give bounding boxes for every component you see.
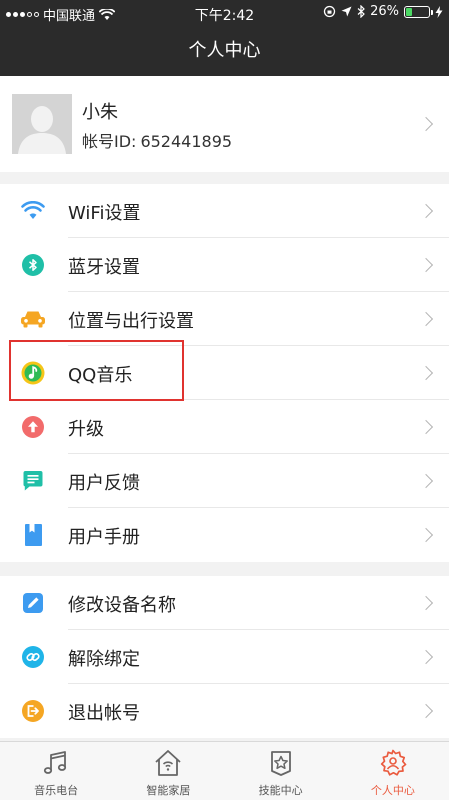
tab-label: 个人中心 [370, 784, 415, 797]
menu-item-logout[interactable]: 退出帐号 [0, 684, 449, 738]
nav-bar: 个人中心 [0, 26, 449, 76]
logout-icon [20, 698, 46, 724]
menu-item-feedback[interactable]: 用户反馈 [0, 454, 449, 508]
bluetooth-status-icon [357, 5, 365, 18]
chevron-right-icon [418, 473, 434, 489]
menu-item-upgrade[interactable]: 升级 [0, 400, 449, 454]
chevron-right-icon [418, 257, 434, 273]
account-id-value: 652441895 [140, 132, 233, 151]
chevron-right-icon [418, 203, 434, 219]
tab-music-radio[interactable]: 音乐电台 [0, 742, 112, 800]
menu-item-unbind[interactable]: 解除绑定 [0, 630, 449, 684]
smart-home-icon [155, 750, 181, 776]
tab-label: 技能中心 [258, 784, 303, 797]
tab-personal-center[interactable]: 个人中心 [337, 742, 449, 800]
wifi-icon [20, 198, 46, 224]
menu-item-bluetooth[interactable]: 蓝牙设置 [0, 238, 449, 292]
menu-item-wifi[interactable]: WiFi设置 [0, 184, 449, 238]
chevron-right-icon [418, 116, 434, 132]
battery-icon [404, 5, 433, 18]
chevron-right-icon [418, 419, 434, 435]
page-title: 个人中心 [188, 40, 261, 61]
menu-item-label: 位置与出行设置 [68, 311, 194, 332]
menu-item-label: 用户手册 [68, 527, 140, 548]
menu-item-label: 蓝牙设置 [68, 257, 140, 278]
car-icon [20, 306, 46, 332]
menu-item-label: 解除绑定 [68, 649, 140, 670]
menu-item-rename-device[interactable]: 修改设备名称 [0, 576, 449, 630]
rotation-lock-icon [323, 5, 336, 18]
menu-item-label: 修改设备名称 [68, 595, 176, 616]
chevron-right-icon [418, 703, 434, 719]
menu-item-label: WiFi设置 [68, 203, 141, 224]
avatar [12, 94, 72, 154]
device-menu-group: 修改设备名称 解除绑定 退出帐号 [0, 576, 449, 738]
chevron-right-icon [418, 595, 434, 611]
tab-label: 音乐电台 [34, 784, 79, 797]
menu-item-label: 升级 [68, 419, 104, 440]
profile-name: 小朱 [82, 102, 118, 123]
unlink-icon [20, 644, 46, 670]
chevron-right-icon [418, 365, 434, 381]
status-bar: 中国联通 下午2:42 26% [0, 0, 449, 26]
highlight-box [9, 340, 184, 401]
tab-skill-center[interactable]: 技能中心 [225, 742, 337, 800]
profile-account-id: 帐号ID: 652441895 [82, 128, 232, 152]
menu-item-manual[interactable]: 用户手册 [0, 508, 449, 562]
bluetooth-icon [20, 252, 46, 278]
chevron-right-icon [418, 649, 434, 665]
profile-card[interactable]: 小朱 帐号ID: 652441895 [0, 76, 449, 172]
skill-star-icon [270, 751, 291, 776]
edit-icon [20, 590, 46, 616]
menu-item-label: 用户反馈 [68, 473, 140, 494]
menu-item-label: 退出帐号 [68, 703, 140, 724]
manual-icon [20, 522, 46, 548]
default-avatar-icon [12, 94, 72, 154]
account-id-label: 帐号ID: [82, 132, 137, 151]
music-note-icon [44, 751, 67, 774]
personal-gear-icon [380, 749, 407, 776]
battery-percent: 26% [370, 4, 399, 19]
upgrade-icon [20, 414, 46, 440]
charging-bolt-icon [435, 5, 443, 18]
feedback-icon [20, 468, 46, 494]
tab-smart-home[interactable]: 智能家居 [112, 742, 224, 800]
tab-label: 智能家居 [146, 784, 191, 797]
menu-item-location[interactable]: 位置与出行设置 [0, 292, 449, 346]
tab-bar: 音乐电台 智能家居 技能中心 个人中心 [0, 741, 449, 800]
location-arrow-icon [341, 6, 352, 17]
chevron-right-icon [418, 527, 434, 543]
chevron-right-icon [418, 311, 434, 327]
